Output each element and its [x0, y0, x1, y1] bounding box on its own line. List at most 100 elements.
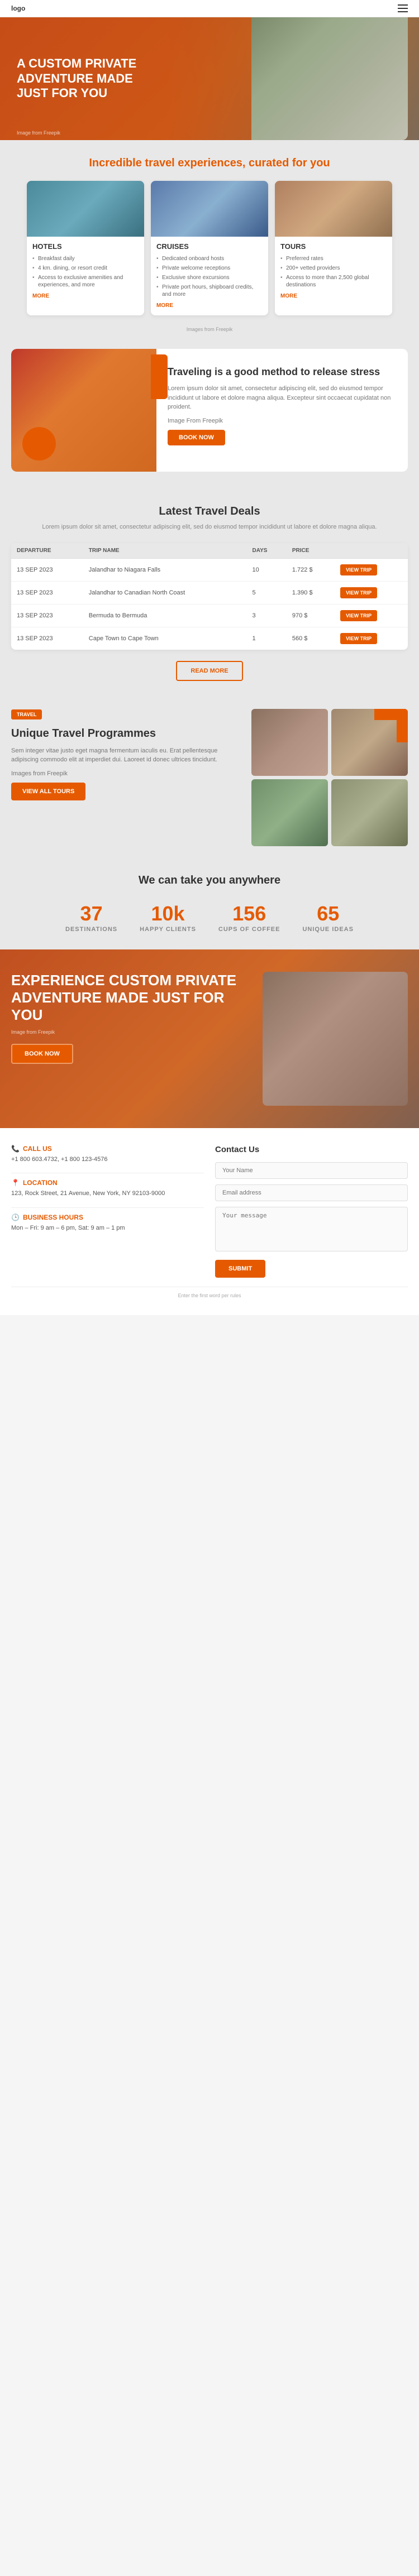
hours-value: Mon – Fri: 9 am – 6 pm, Sat: 9 am – 1 pm: [11, 1224, 204, 1233]
contact-name-input[interactable]: [215, 1162, 408, 1179]
table-row: 13 SEP 2023 Jalandhar to Canadian North …: [11, 581, 408, 604]
contact-message-textarea[interactable]: [215, 1207, 408, 1251]
hotels-item-1: Breakfast daily: [32, 254, 139, 263]
stress-title: Traveling is a good method to release st…: [168, 366, 397, 378]
hero-right-image: [251, 17, 408, 140]
unique-corner-decoration: [374, 709, 408, 742]
deals-section: Latest Travel Deals Lorem ipsum dolor si…: [0, 488, 419, 698]
cruises-title: CRUISES: [156, 242, 263, 251]
days-3: 3: [247, 604, 287, 627]
hours-label: 🕒 BUSINESS HOURS: [11, 1213, 204, 1221]
footer-call: 📞 CALL US +1 800 603.4732, +1 800 123-45…: [11, 1145, 204, 1164]
experience-right-image: [263, 972, 408, 1106]
curated-cards-container: HOTELS Breakfast daily 4 km. dining, or …: [11, 181, 408, 327]
contact-email-input[interactable]: [215, 1184, 408, 1201]
curated-image-credits: Images from Freepik: [11, 327, 408, 338]
stress-card: Traveling is a good method to release st…: [11, 349, 408, 472]
departure-4: 13 SEP 2023: [11, 627, 83, 650]
cruises-item-1: Dedicated onboard hosts: [156, 254, 263, 263]
card-hotels: HOTELS Breakfast daily 4 km. dining, or …: [27, 181, 144, 315]
unique-credit: Images from Freepik: [11, 769, 240, 779]
curated-section: Incredible travel experiences, curated f…: [0, 140, 419, 343]
deals-read-more-button[interactable]: READ MORE: [176, 661, 242, 681]
unique-left-content: TRAVEL Unique Travel Programmes Sem inte…: [11, 709, 251, 846]
unique-image-4: [331, 779, 408, 846]
experience-image-credit: Image from Freepik: [11, 1029, 251, 1035]
footer-grid: 📞 CALL US +1 800 603.4732, +1 800 123-45…: [11, 1145, 408, 1278]
view-trip-1[interactable]: VIEW TRIP: [340, 564, 377, 575]
hotels-image: [27, 181, 144, 237]
stress-image-credit: Image From Freepik: [168, 416, 397, 426]
footer-location: 📍 LOCATION 123, Rock Street, 21 Avenue, …: [11, 1179, 204, 1198]
trip-1: Jalandhar to Niagara Falls: [83, 558, 247, 581]
tours-item-3: Access to more than 2,500 global destina…: [280, 273, 387, 290]
cruises-more-link[interactable]: MORE: [156, 303, 173, 309]
unique-inner: TRAVEL Unique Travel Programmes Sem inte…: [11, 709, 408, 846]
contact-submit-button[interactable]: SUBMIT: [215, 1260, 265, 1278]
card-tours: TOURS Preferred rates 200+ vetted provid…: [275, 181, 392, 315]
contact-form-title: Contact Us: [215, 1145, 408, 1154]
unique-image-3: [251, 779, 328, 846]
stress-book-button[interactable]: BOOK NOW: [168, 430, 225, 445]
price-3: 970 $: [287, 604, 335, 627]
unique-tours-button[interactable]: VIEW ALL TOURS: [11, 783, 85, 800]
stress-content: Traveling is a good method to release st…: [156, 349, 408, 472]
hero-image-credit: Image from Freepik: [17, 130, 60, 136]
departure-1: 13 SEP 2023: [11, 558, 83, 581]
stat-ideas-number: 65: [302, 904, 353, 924]
col-trip-name: TRIP NAME: [83, 543, 247, 559]
hamburger-menu[interactable]: [398, 4, 408, 12]
stats-title: We can take you anywhere: [11, 874, 408, 887]
stat-destinations: 37 DESTINATIONS: [65, 904, 117, 933]
col-action: [335, 543, 408, 559]
location-icon: 📍: [11, 1179, 20, 1187]
stat-coffee: 156 CUPS OF COFFEE: [218, 904, 280, 933]
footer-bottom-text: Enter the first word per rules: [11, 1287, 408, 1298]
stat-destinations-label: DESTINATIONS: [65, 926, 117, 933]
unique-title: Unique Travel Programmes: [11, 726, 240, 741]
hero-text-block: A CUSTOM PRIVATE ADVENTURE MADE JUST FOR…: [0, 40, 179, 117]
view-trip-4[interactable]: VIEW TRIP: [340, 633, 377, 644]
stat-ideas: 65 UNIQUE IDEAS: [302, 904, 353, 933]
location-label: 📍 LOCATION: [11, 1179, 204, 1187]
price-1: 1.722 $: [287, 558, 335, 581]
unique-section: TRAVEL Unique Travel Programmes Sem inte…: [0, 698, 419, 857]
price-4: 560 $: [287, 627, 335, 650]
hotels-item-2: 4 km. dining, or resort credit: [32, 263, 139, 273]
hero-section: A CUSTOM PRIVATE ADVENTURE MADE JUST FOR…: [0, 17, 419, 140]
cruises-item-3: Exclusive shore excursions: [156, 273, 263, 282]
table-row: 13 SEP 2023 Cape Town to Cape Town 1 560…: [11, 627, 408, 650]
tours-more-link[interactable]: MORE: [280, 293, 297, 299]
stat-coffee-number: 156: [218, 904, 280, 924]
stat-clients-number: 10k: [140, 904, 196, 924]
cruises-item-4: Private port hours, shipboard credits, a…: [156, 282, 263, 299]
departure-3: 13 SEP 2023: [11, 604, 83, 627]
clock-icon: 🕒: [11, 1213, 20, 1221]
hotels-item-3: Access to exclusive amenities and experi…: [32, 273, 139, 290]
call-label: 📞 CALL US: [11, 1145, 204, 1153]
footer: 📞 CALL US +1 800 603.4732, +1 800 123-45…: [0, 1128, 419, 1315]
stat-destinations-number: 37: [65, 904, 117, 924]
experience-book-button[interactable]: BOOK NOW: [11, 1044, 73, 1064]
table-row: 13 SEP 2023 Bermuda to Bermuda 3 970 $ V…: [11, 604, 408, 627]
experience-title: Experience Custom Private Adventure Made…: [11, 972, 251, 1024]
header-logo: logo: [11, 4, 25, 12]
hero-title: A CUSTOM PRIVATE ADVENTURE MADE JUST FOR…: [17, 56, 162, 100]
header: logo: [0, 0, 419, 17]
stress-section: Traveling is a good method to release st…: [0, 343, 419, 488]
phone-icon: 📞: [11, 1145, 20, 1153]
view-trip-3[interactable]: VIEW TRIP: [340, 610, 377, 621]
trip-3: Bermuda to Bermuda: [83, 604, 247, 627]
stat-clients-label: HAPPY CLIENTS: [140, 926, 196, 933]
days-1: 10: [247, 558, 287, 581]
trip-2: Jalandhar to Canadian North Coast: [83, 581, 247, 604]
tours-title: TOURS: [280, 242, 387, 251]
hotels-more-link[interactable]: MORE: [32, 293, 49, 299]
stat-coffee-label: CUPS OF COFFEE: [218, 926, 280, 933]
view-trip-2[interactable]: VIEW TRIP: [340, 587, 377, 598]
table-row: 13 SEP 2023 Jalandhar to Niagara Falls 1…: [11, 558, 408, 581]
footer-hours: 🕒 BUSINESS HOURS Mon – Fri: 9 am – 6 pm,…: [11, 1213, 204, 1233]
tours-item-2: 200+ vetted providers: [280, 263, 387, 273]
deals-subtitle: Lorem ipsum dolor sit amet, consectetur …: [11, 522, 408, 532]
location-value: 123, Rock Street, 21 Avenue, New York, N…: [11, 1189, 204, 1198]
